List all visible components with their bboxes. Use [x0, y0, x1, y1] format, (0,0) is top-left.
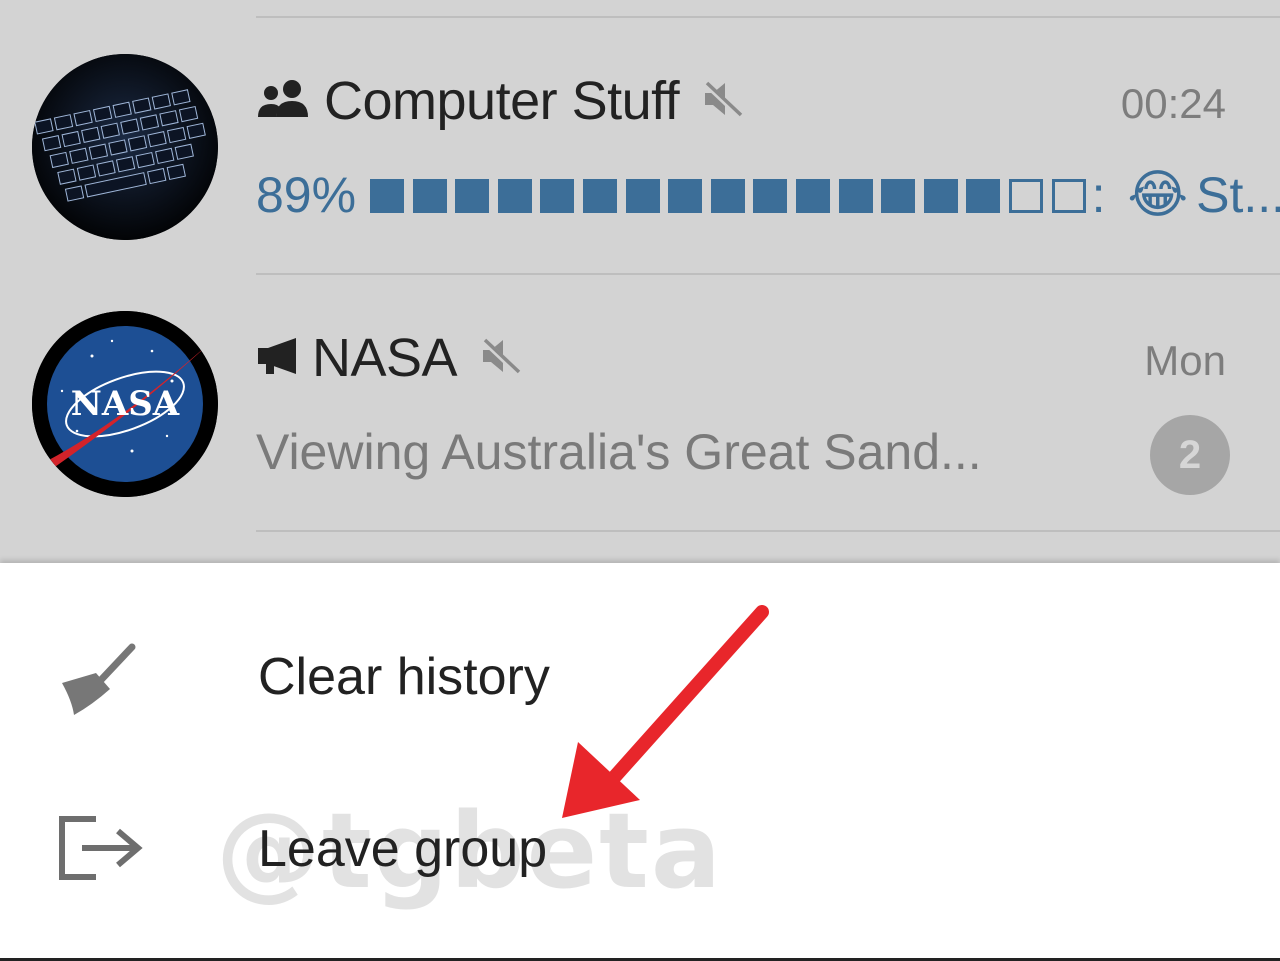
keyboard-avatar: [32, 54, 218, 240]
chat-name: NASA: [312, 328, 458, 388]
preview-tail: St...: [1196, 167, 1280, 224]
svg-text:NASA: NASA: [71, 384, 180, 424]
exit-icon: [56, 813, 146, 888]
leave-group-button[interactable]: Leave group: [0, 779, 1280, 919]
muted-icon: [701, 79, 745, 124]
laughing-emoji: 😂: [1127, 166, 1189, 224]
chat-preview: Viewing Australia's Great Sand...: [256, 424, 982, 480]
progress-bar: [370, 179, 1086, 213]
clear-history-button[interactable]: Clear history: [0, 609, 1280, 749]
chat-time: 00:24: [1120, 80, 1226, 127]
chat-list: Computer Stuff 00:24 89% : 😂 St... NASA …: [0, 0, 1280, 563]
chat-time: Mon: [1144, 337, 1226, 384]
chat-row-computer-stuff[interactable]: Computer Stuff 00:24 89% : 😂 St...: [0, 18, 1280, 273]
broom-icon: [52, 641, 142, 722]
clear-history-label: Clear history: [258, 648, 550, 706]
muted-icon: [479, 336, 523, 381]
chat-preview: 89% : 😂 St...: [256, 162, 1280, 228]
nasa-avatar: NASA: [32, 311, 218, 497]
chat-row-nasa[interactable]: NASA NASA Mon Viewing Australia's Great …: [0, 275, 1280, 530]
chat-title-line: NASA: [256, 323, 523, 393]
chat-name: Computer Stuff: [324, 71, 680, 131]
group-icon: [256, 79, 312, 124]
bottom-sheet-menu: Clear history @tgbeta Leave group: [0, 563, 1280, 961]
megaphone-icon: [256, 336, 300, 381]
divider: [256, 530, 1280, 532]
progress-percent: 89%: [256, 167, 357, 224]
unread-badge: 2: [1150, 415, 1230, 495]
leave-group-label: Leave group: [258, 820, 548, 878]
preview-separator: :: [1091, 167, 1120, 224]
chat-title-line: Computer Stuff: [256, 66, 745, 136]
